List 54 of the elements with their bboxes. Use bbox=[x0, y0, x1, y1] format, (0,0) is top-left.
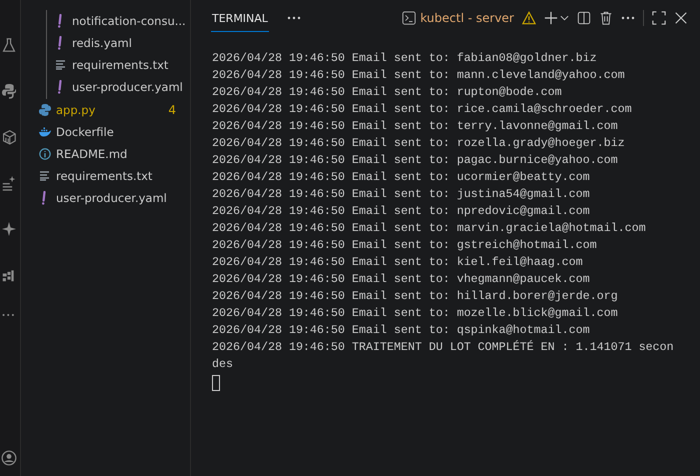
terminal-line: 2026/04/28 19:46:50 Email sent to: mann.cleveland@yahoo.com bbox=[212, 67, 626, 84]
terminal-line: 2026/04/28 19:46:50 Email sent to: justina54@gmail.com bbox=[212, 186, 591, 203]
terminal-line: 2026/04/28 19:46:50 Email sent to: rice.camila@schroeder.com bbox=[212, 101, 633, 118]
warning-icon bbox=[522, 11, 536, 25]
terminal-line: 2026/04/28 19:46:50 Email sent to: hillard.borer@jerde.org bbox=[212, 288, 619, 305]
file-item[interactable]: redis.yaml bbox=[47, 32, 190, 54]
terminal-line: 2026/04/28 19:46:50 Email sent to: terry.lavonne@gmail.com bbox=[212, 118, 619, 135]
exclamation-icon bbox=[57, 36, 63, 50]
terminal-line: 2026/04/28 19:46:50 Email sent to: gstreich@hotmail.com bbox=[212, 237, 598, 254]
terminal-line: 2026/04/28 19:46:50 Email sent to: npredovic@gmail.com bbox=[212, 203, 591, 220]
trash-icon[interactable] bbox=[599, 11, 613, 25]
file-item[interactable]: user-producer.yaml bbox=[21, 187, 190, 209]
file-item[interactable]: README.md bbox=[21, 143, 190, 165]
python-icon bbox=[39, 104, 51, 116]
account-icon[interactable] bbox=[1, 450, 17, 466]
terminal-line: 2026/04/28 19:46:50 Email sent to: pagac.burnice@yahoo.com bbox=[212, 152, 619, 169]
more-icon[interactable] bbox=[2, 312, 16, 318]
sparkle-icon[interactable] bbox=[2, 220, 16, 238]
exclamation-icon bbox=[57, 80, 63, 94]
terminal-icon bbox=[402, 11, 416, 25]
file-item[interactable]: Dockerfile bbox=[21, 121, 190, 143]
file-item[interactable]: requirements.txt bbox=[21, 165, 190, 187]
terminal-cursor bbox=[212, 375, 220, 391]
text-file-icon bbox=[55, 59, 67, 71]
terminal-line: 2026/04/28 19:46:50 Email sent to: ucormier@beatty.com bbox=[212, 169, 591, 186]
problem-count: 4 bbox=[168, 103, 176, 117]
file-item[interactable]: requirements.txt bbox=[47, 54, 190, 76]
whale-icon bbox=[39, 126, 51, 138]
file-item[interactable]: user-producer.yaml bbox=[47, 76, 190, 98]
terminal-line: 2026/04/28 19:46:50 TRAITEMENT DU LOT COMPLÉTÉ EN : 1.141071 secondes bbox=[212, 339, 674, 373]
list-sparkle-icon[interactable] bbox=[2, 174, 16, 192]
terminal-line: 2026/04/28 19:46:50 Email sent to: qspinka@hotmail.com bbox=[212, 322, 591, 339]
terminal-line: 2026/04/28 19:46:50 Email sent to: fabian08@goldner.biz bbox=[212, 50, 598, 67]
file-item[interactable]: notification-consu... bbox=[47, 10, 190, 32]
terminal-line: 2026/04/28 19:46:50 Email sent to: kiel.feil@haag.com bbox=[212, 254, 584, 271]
terminal-line: 2026/04/28 19:46:50 Email sent to: rupton@bode.com bbox=[212, 84, 563, 101]
split-icon[interactable] bbox=[577, 11, 591, 25]
panel-tab[interactable]: TERMINAL bbox=[211, 4, 269, 32]
python-icon[interactable] bbox=[2, 82, 16, 100]
add-icon[interactable] bbox=[544, 11, 558, 25]
terminal-line: 2026/04/28 19:46:50 Email sent to: vhegmann@paucek.com bbox=[212, 271, 591, 288]
info-icon bbox=[39, 148, 51, 160]
exclamation-icon bbox=[41, 191, 47, 205]
terminal-line: 2026/04/28 19:46:50 Email sent to: mozelle.blick@gmail.com bbox=[212, 305, 619, 322]
container-icon[interactable] bbox=[2, 128, 16, 146]
terminal-line: 2026/04/28 19:46:50 Email sent to: marvin.graciela@hotmail.com bbox=[212, 220, 647, 237]
maximize-icon[interactable] bbox=[652, 11, 666, 25]
flask-icon[interactable] bbox=[2, 36, 16, 54]
close-icon[interactable] bbox=[674, 11, 688, 25]
exclamation-icon bbox=[57, 14, 63, 28]
terminal-name[interactable]: kubectl - server bbox=[420, 11, 514, 25]
terminal-line: 2026/04/28 19:46:50 Email sent to: rozella.grady@hoeger.biz bbox=[212, 135, 626, 152]
file-item[interactable]: app.py 4 bbox=[21, 99, 190, 121]
text-file-icon bbox=[39, 170, 51, 182]
